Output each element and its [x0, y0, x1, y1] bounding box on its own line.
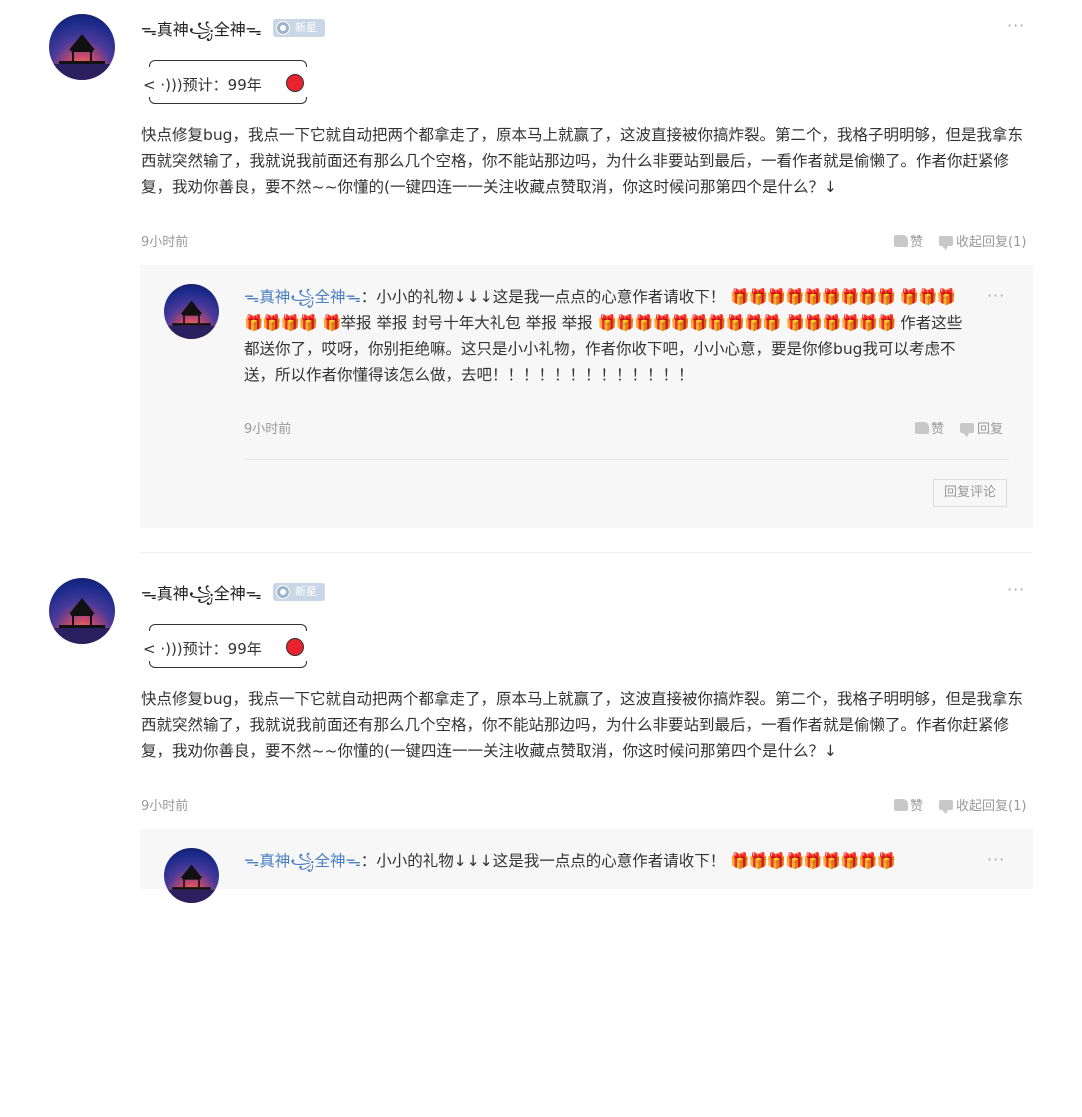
comment-time: 9小时前	[141, 235, 189, 250]
badge-label: 新星	[295, 585, 317, 598]
reply-comment-button[interactable]: 回复评论	[933, 479, 1007, 507]
reply-text-part: 小小的礼物↓↓↓这是我一点点的心意作者请收下！	[376, 288, 726, 306]
like-button[interactable]: 赞	[894, 231, 923, 250]
like-button[interactable]: 赞	[894, 795, 923, 814]
reply-time: 9小时前	[244, 422, 292, 437]
signature-frame-bottom	[149, 97, 307, 104]
red-circle-icon	[286, 638, 304, 656]
reply-avatar[interactable]	[164, 848, 219, 903]
gift-icons: 🎁🎁🎁🎁🎁🎁🎁🎁🎁	[730, 288, 896, 306]
collapse-replies-button[interactable]: 收起回复(1)	[939, 795, 1026, 814]
user-signature: < ·)))预计：99年	[143, 621, 309, 673]
collapse-replies-label: 收起回复(1)	[956, 235, 1027, 250]
gazebo-icon	[164, 300, 219, 339]
comment-author[interactable]: ᯓ真神꧁全神ᯓ	[141, 580, 262, 614]
reply-like-button[interactable]: 赞	[915, 418, 944, 437]
gazebo-icon	[49, 598, 115, 644]
reply-more-options-icon[interactable]: ···	[987, 850, 1005, 869]
gazebo-icon	[164, 864, 219, 903]
reply-label: 回复	[977, 422, 1004, 437]
comment-item: ᯓ真神꧁全神ᯓ 新星 ··· < ·)))预计：99年 快点修复bug，我点一下…	[0, 564, 1082, 1117]
reply-text: ᯓ真神꧁全神ᯓ：小小的礼物↓↓↓这是我一点点的心意作者请收下！ 🎁🎁🎁🎁🎁🎁🎁🎁…	[244, 848, 964, 876]
reply-avatar[interactable]	[164, 284, 219, 339]
thumbs-up-icon	[915, 422, 929, 434]
reply-more-options-icon[interactable]: ···	[987, 286, 1005, 305]
signature-frame-top	[149, 624, 307, 631]
reply-text-part: 举报 举报 封号十年大礼包 举报 举报	[340, 314, 593, 332]
like-label: 赞	[910, 235, 924, 250]
signature-frame-top	[149, 60, 307, 67]
gift-icons: 🎁🎁🎁🎁🎁🎁	[785, 314, 897, 332]
reply-reply-button[interactable]: 回复	[960, 418, 1003, 437]
badge-label: 新星	[295, 21, 317, 34]
divider	[244, 459, 1009, 460]
comment-time: 9小时前	[141, 799, 189, 814]
gift-icons: 🎁🎁🎁🎁🎁🎁🎁🎁🎁🎁	[597, 314, 782, 332]
comment-text: 快点修复bug，我点一下它就自动把两个都拿走了，原本马上就赢了，这波直接被你搞炸…	[141, 690, 1024, 760]
comment-author[interactable]: ᯓ真神꧁全神ᯓ	[141, 16, 262, 50]
avatar[interactable]	[49, 14, 115, 80]
red-circle-icon	[286, 74, 304, 92]
avatar[interactable]	[49, 578, 115, 644]
collapse-replies-label: 收起回复(1)	[956, 799, 1027, 814]
gazebo-icon	[49, 34, 115, 80]
collapse-replies-button[interactable]: 收起回复(1)	[939, 231, 1026, 250]
like-label: 赞	[931, 422, 945, 437]
reply-text-part: 小小的礼物↓↓↓这是我一点点的心意作者请收下！	[376, 852, 726, 870]
comment-text: 快点修复bug，我点一下它就自动把两个都拿走了，原本马上就赢了，这波直接被你搞炸…	[141, 126, 1024, 196]
gift-icons: 🎁🎁🎁🎁🎁🎁🎁🎁🎁	[730, 852, 896, 870]
reply-author[interactable]: ᯓ真神꧁全神ᯓ	[244, 288, 361, 306]
comment-bubble-icon	[960, 423, 974, 437]
reply-colon: ：	[360, 852, 377, 870]
reply-author[interactable]: ᯓ真神꧁全神ᯓ	[244, 852, 361, 870]
gift-icons: 🎁	[322, 314, 341, 332]
star-badge-icon	[276, 585, 290, 599]
status-badge: 新星	[273, 583, 325, 601]
reply-colon: ：	[360, 288, 377, 306]
thumbs-up-icon	[894, 235, 908, 247]
signature-text: < ·)))预计：99年	[143, 640, 262, 658]
star-badge-icon	[276, 21, 290, 35]
comment-bubble-icon	[939, 236, 953, 250]
comment-item: ᯓ真神꧁全神ᯓ 新星 ··· < ·)))预计：99年 快点修复bug，我点一下…	[0, 0, 1082, 553]
more-options-icon[interactable]: ···	[1007, 580, 1025, 599]
thumbs-up-icon	[894, 799, 908, 811]
user-signature: < ·)))预计：99年	[143, 57, 309, 109]
status-badge: 新星	[273, 19, 325, 37]
reply-text: ᯓ真神꧁全神ᯓ：小小的礼物↓↓↓这是我一点点的心意作者请收下！ 🎁🎁🎁🎁🎁🎁🎁🎁…	[244, 284, 964, 388]
like-label: 赞	[910, 799, 924, 814]
signature-text: < ·)))预计：99年	[143, 76, 262, 94]
comment-bubble-icon	[939, 800, 953, 814]
more-options-icon[interactable]: ···	[1007, 16, 1025, 35]
comment-separator	[140, 552, 1033, 553]
signature-frame-bottom	[149, 661, 307, 668]
